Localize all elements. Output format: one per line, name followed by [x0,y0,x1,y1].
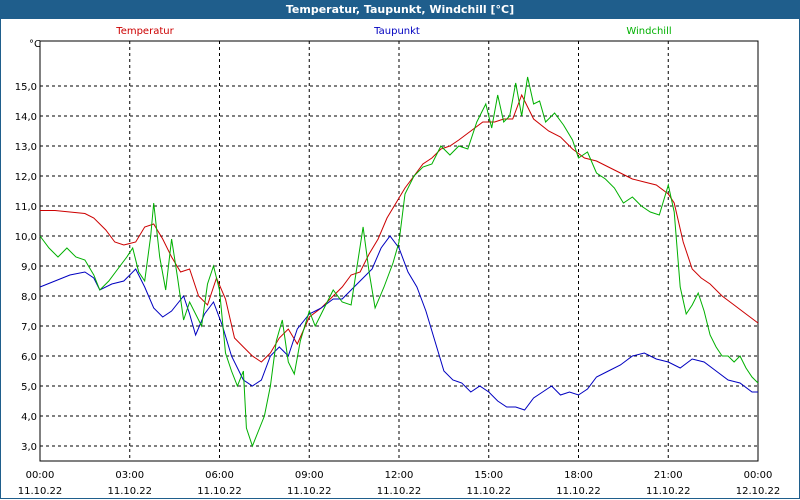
x-tick-time: 00:00 [26,470,55,481]
x-tick-date: 11.10.22 [18,486,63,497]
legend-temperatur: Temperatur [115,26,174,37]
legend-taupunkt: Taupunkt [373,26,420,37]
x-tick-time: 03:00 [115,470,144,481]
x-tick-time: 18:00 [564,470,593,481]
x-tick-time: 12:00 [385,470,414,481]
x-tick-date: 12.10.22 [736,486,781,497]
x-tick-date: 11.10.22 [377,486,422,497]
y-axis-ticks: 3,0 4,0 5,0 6,0 7,0 8,0 9,0 10,0 11,0 12,0 13,0 14,… [15,82,37,453]
x-tick-time: 21:00 [654,470,683,481]
x-axis-ticks: 00:00 11.10.22 03:00 11.10.22 06:00 11.10.22 0… [18,470,781,497]
y-tick-label: 8,0 [21,292,37,303]
x-tick-time: 06:00 [205,470,234,481]
legend-windchill: Windchill [626,26,671,37]
y-tick-label: 14,0 [15,112,37,123]
y-tick-label: 12,0 [15,172,37,183]
y-tick-label: 11,0 [15,202,37,213]
y-tick-label: 3,0 [21,442,37,453]
y-tick-label: 4,0 [21,412,37,423]
y-tick-label: 10,0 [15,232,37,243]
x-tick-date: 11.10.22 [646,486,691,497]
y-axis-unit: °C [29,39,41,50]
x-tick-time: 00:00 [744,470,773,481]
y-tick-label: 5,0 [21,382,37,393]
y-tick-label: 15,0 [15,82,37,93]
y-tick-label: 7,0 [21,322,37,333]
y-tick-label: 13,0 [15,142,37,153]
x-tick-date: 11.10.22 [107,486,152,497]
x-tick-time: 15:00 [474,470,503,481]
x-tick-date: 11.10.22 [197,486,242,497]
x-tick-date: 11.10.22 [556,486,601,497]
x-tick-time: 09:00 [295,470,324,481]
x-tick-date: 11.10.22 [466,486,511,497]
y-tick-label: 9,0 [21,262,37,273]
line-chart: 3,0 4,0 5,0 6,0 7,0 8,0 9,0 10,0 11,0 12,0 13,0 14,… [15,26,781,497]
y-tick-label: 6,0 [21,352,37,363]
x-tick-date: 11.10.22 [287,486,332,497]
